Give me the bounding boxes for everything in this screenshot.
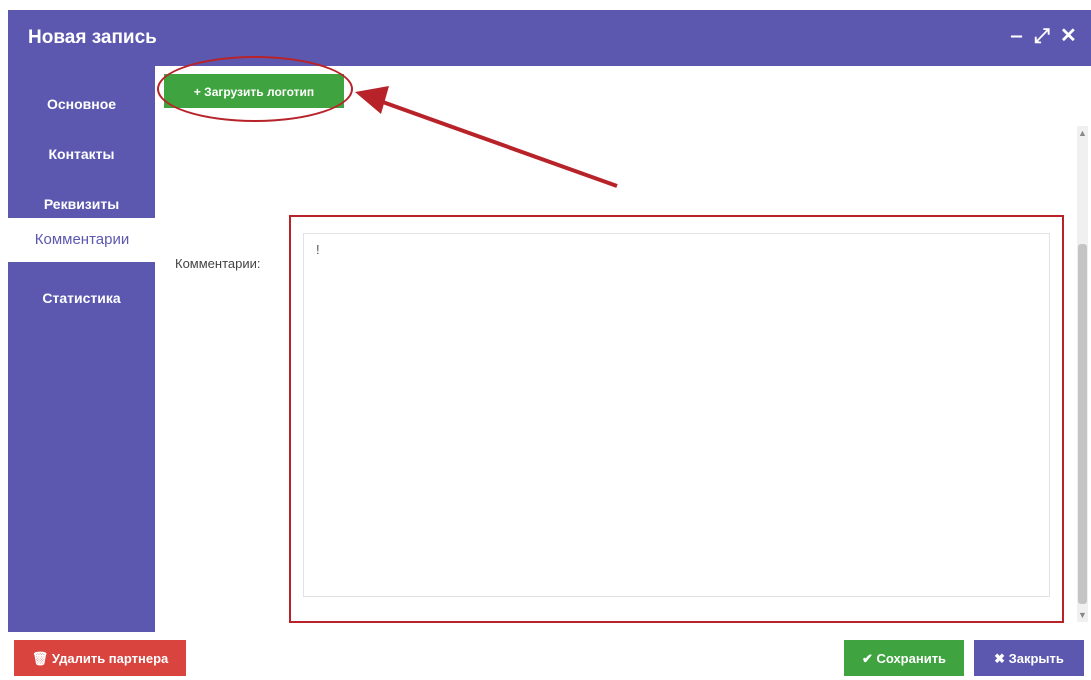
minimize-icon[interactable]: ‒	[1011, 24, 1022, 48]
scrollbar-thumb[interactable]	[1078, 244, 1087, 604]
sidebar-item-comments[interactable]: Комментарии	[8, 218, 156, 262]
upload-logo-button[interactable]: + Загрузить логотип	[164, 74, 344, 108]
sidebar: Основное Контакты Реквизиты Комментарии …	[8, 66, 156, 632]
arrow-head	[355, 86, 389, 114]
scroll-up-icon[interactable]: ▲	[1078, 128, 1087, 138]
scrollbar[interactable]: ▲ ▼	[1077, 126, 1088, 622]
new-record-dialog: Новая запись ‒ ⤢ ✕ Основное Контакты Рек…	[8, 10, 1091, 680]
comments-textarea[interactable]: !	[303, 233, 1050, 597]
annotation-arrow	[355, 86, 618, 188]
delete-partner-button[interactable]: 🗑 Удалить партнера	[14, 640, 186, 676]
sidebar-item-statistics[interactable]: Статистика	[8, 276, 155, 320]
sidebar-item-contacts[interactable]: Контакты	[8, 132, 155, 176]
highlight-box: !	[289, 215, 1064, 623]
sidebar-item-basic[interactable]: Основное	[8, 82, 155, 126]
dialog-footer: 🗑 Удалить партнера ✔ Сохранить ✖ Закрыть	[8, 632, 1091, 680]
maximize-icon[interactable]: ⤢	[1034, 24, 1050, 48]
comments-label: Комментарии:	[175, 256, 261, 271]
scroll-down-icon[interactable]: ▼	[1078, 610, 1087, 620]
dialog-title: Новая запись	[28, 27, 157, 48]
save-button[interactable]: ✔ Сохранить	[844, 640, 964, 676]
dialog-titlebar: Новая запись ‒ ⤢ ✕	[8, 10, 1091, 66]
arrow-shaft	[376, 98, 618, 188]
close-icon[interactable]: ✕	[1060, 24, 1077, 48]
content-panel: + Загрузить логотип ▲ ▼ Комментарии: !	[155, 56, 1091, 632]
close-button[interactable]: ✖ Закрыть	[974, 640, 1084, 676]
